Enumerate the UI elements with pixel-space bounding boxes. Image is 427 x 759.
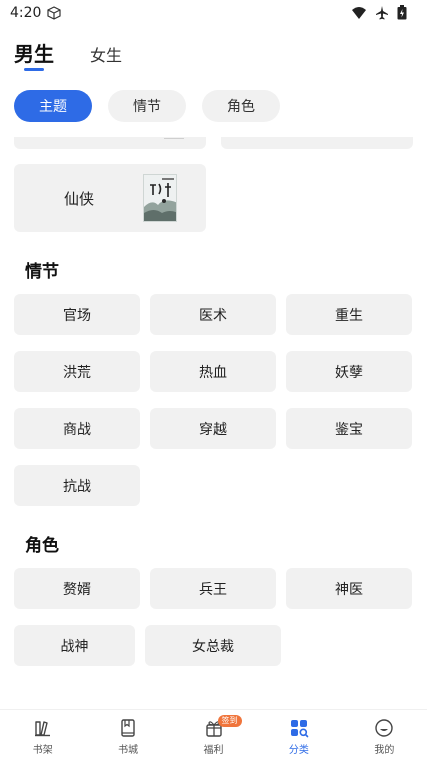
category-item[interactable]: 重生 [286, 294, 412, 335]
filter-chips: 主题 情节 角色 [14, 90, 280, 122]
theme-card-label: 仙侠 [64, 190, 95, 208]
category-item[interactable]: 官场 [14, 294, 140, 335]
bottom-navigation: 书架 书城 签到 福利 分类 我的 [0, 709, 427, 759]
nav-label: 福利 [203, 745, 224, 756]
chip-theme[interactable]: 主题 [14, 90, 92, 122]
nav-label: 书架 [32, 745, 53, 756]
wifi-icon [352, 6, 366, 19]
nav-bookstore[interactable]: 书城 [85, 710, 170, 759]
tab-female[interactable]: 女生 [90, 42, 122, 66]
divider [164, 138, 184, 139]
category-icon [290, 720, 309, 738]
chip-role[interactable]: 角色 [202, 90, 280, 122]
nav-label: 我的 [374, 745, 395, 756]
nav-bookshelf[interactable]: 书架 [0, 710, 85, 759]
nav-label: 书城 [118, 745, 139, 756]
theme-card-xianxia[interactable]: 仙侠 [14, 164, 206, 232]
nav-welfare[interactable]: 签到 福利 [171, 710, 256, 759]
nav-label: 分类 [288, 745, 309, 756]
bookshelf-icon [34, 721, 50, 737]
category-item[interactable]: 鉴宝 [286, 408, 412, 449]
gender-tabs: 男生 女生 [14, 38, 158, 71]
book-icon [121, 719, 135, 737]
category-item[interactable]: 穿越 [150, 408, 276, 449]
status-time: 4:20 [10, 5, 42, 21]
tab-male[interactable]: 男生 [14, 38, 54, 71]
nav-category[interactable]: 分类 [256, 710, 341, 759]
theme-card-partial[interactable] [221, 137, 413, 149]
nav-profile[interactable]: 我的 [342, 710, 427, 759]
category-item[interactable]: 兵王 [150, 568, 276, 609]
category-item[interactable]: 热血 [150, 351, 276, 392]
chip-plot[interactable]: 情节 [108, 90, 186, 122]
battery-icon [397, 5, 407, 20]
category-item[interactable]: 女总裁 [145, 625, 281, 666]
section-title-plot: 情节 [25, 262, 59, 282]
category-item[interactable]: 战神 [14, 625, 135, 666]
category-item[interactable]: 抗战 [14, 465, 140, 506]
category-item[interactable]: 妖孽 [286, 351, 412, 392]
theme-card-partial[interactable] [14, 137, 206, 149]
section-title-role: 角色 [25, 536, 59, 556]
category-item[interactable]: 商战 [14, 408, 140, 449]
book-cover-image [143, 174, 177, 222]
category-item[interactable]: 赘婿 [14, 568, 140, 609]
package-icon [47, 6, 62, 20]
category-item[interactable]: 神医 [286, 568, 412, 609]
checkin-badge: 签到 [217, 715, 242, 727]
profile-icon [375, 719, 394, 737]
category-scroll-area[interactable]: 仙侠 情节 官场 医术 重生 洪荒 热血 妖孽 商战 穿越 鉴宝 抗战 角色 赘… [0, 137, 427, 709]
category-item[interactable]: 洪荒 [14, 351, 140, 392]
status-bar: 4:20 [0, 0, 427, 26]
category-item[interactable]: 医术 [150, 294, 276, 335]
airplane-icon [376, 5, 388, 19]
